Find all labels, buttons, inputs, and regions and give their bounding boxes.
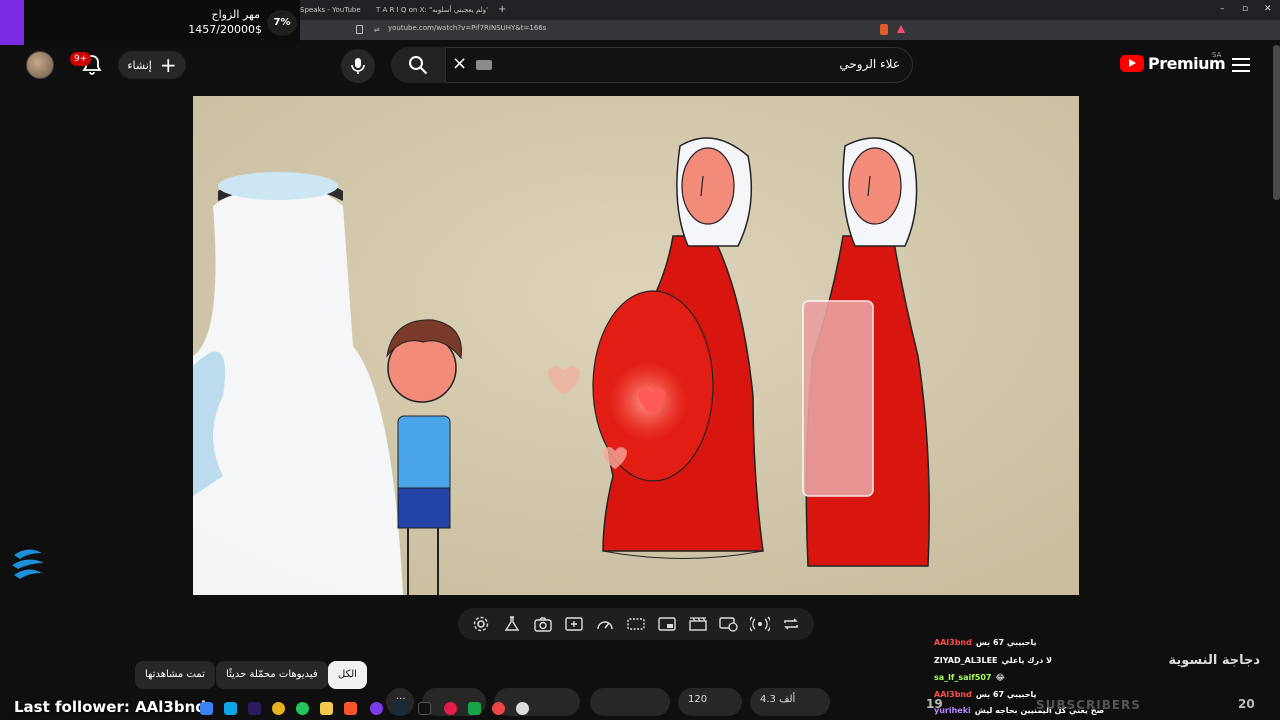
plus-icon: + xyxy=(159,53,177,77)
comments-count: 120 xyxy=(688,694,708,705)
minimize-icon[interactable]: – xyxy=(1220,4,1225,14)
like-count: 4.3 ألف xyxy=(760,694,796,705)
page-scrollbar[interactable] xyxy=(1273,45,1280,200)
donation-goal-title: مهر الزواج xyxy=(211,8,260,21)
donation-goal-progress-bar xyxy=(0,0,24,45)
brave-shield-icon[interactable] xyxy=(880,24,888,35)
add-to-playlist-icon[interactable] xyxy=(564,614,584,634)
file-explorer-icon[interactable] xyxy=(320,702,333,715)
clear-search-icon[interactable]: × xyxy=(452,55,468,73)
avatar[interactable] xyxy=(26,51,54,79)
obs-icon[interactable] xyxy=(444,702,457,715)
playback-speed-icon[interactable] xyxy=(595,614,615,634)
chat-username: AAl3bnd xyxy=(934,638,972,647)
voice-search-button[interactable] xyxy=(341,49,375,83)
youtube-play-icon xyxy=(1120,55,1144,72)
video-player[interactable] xyxy=(193,96,1079,595)
whatsapp-icon[interactable] xyxy=(296,702,309,715)
region-code: SA xyxy=(1212,51,1222,59)
chat-message: ZIYAD_AL3LEE لا درك ياعلي xyxy=(934,656,1052,665)
copilot-icon[interactable] xyxy=(200,702,213,715)
watch-later-icon[interactable] xyxy=(719,614,739,634)
store-icon[interactable] xyxy=(224,702,237,715)
steam-icon[interactable] xyxy=(394,702,407,715)
chat-message: AAl3bnd ياحبيبي 67 بس xyxy=(934,690,1037,699)
site-info-icon[interactable]: ⇌ xyxy=(374,26,380,34)
excel-icon[interactable] xyxy=(468,702,481,715)
rewards-icon[interactable] xyxy=(897,25,905,33)
create-button[interactable]: إنشاء + xyxy=(118,51,186,79)
share-button[interactable] xyxy=(590,688,670,716)
terminal-icon[interactable] xyxy=(418,702,431,715)
url-text[interactable]: youtube.com/watch?v=Pif7RINSUHY&t=166s xyxy=(388,24,546,32)
last-follower-label: Last follower: AAl3bnd xyxy=(14,698,207,716)
like-button[interactable]: 4.3 ألف xyxy=(750,688,830,716)
chip-recently-uploaded[interactable]: فيديوهات محمّلة حديثًا xyxy=(216,661,328,689)
comments-button[interactable]: 120 xyxy=(678,688,742,716)
bookmark-icon[interactable] xyxy=(356,25,363,34)
create-label: إنشاء xyxy=(127,58,152,72)
search-button[interactable] xyxy=(391,47,445,83)
search-icon xyxy=(409,56,428,75)
close-window-icon[interactable]: ✕ xyxy=(1264,4,1272,14)
player-extension-toolbar xyxy=(458,608,814,640)
subscriber-goal-label: SUBSCRIBERS xyxy=(1036,698,1141,712)
chat-username: ZIYAD_AL3LEE xyxy=(934,656,998,665)
donation-goal-percent: 7% xyxy=(267,10,297,36)
restore-icon[interactable]: ▫ xyxy=(1242,4,1248,14)
keyboard-icon[interactable] xyxy=(476,60,492,70)
subscriber-goal-target: 20 xyxy=(1238,697,1255,711)
chip-all[interactable]: الكل xyxy=(328,661,367,689)
app-icon[interactable] xyxy=(516,702,529,715)
screenshot-camera-icon[interactable] xyxy=(533,614,553,634)
video-frame-illustration xyxy=(193,96,1079,595)
clip-icon[interactable] xyxy=(688,614,708,634)
premiere-icon[interactable] xyxy=(248,702,261,715)
lab-flask-icon[interactable] xyxy=(502,614,522,634)
discord-icon[interactable] xyxy=(370,702,383,715)
youtube-premium-logo[interactable]: Premium xyxy=(1120,54,1226,73)
brave-icon[interactable] xyxy=(344,702,357,715)
broadcast-icon[interactable] xyxy=(749,614,770,634)
picture-in-picture-icon[interactable] xyxy=(657,614,677,634)
notifications-badge: 9+ xyxy=(70,52,92,66)
search-query-text[interactable]: علاء الروحي xyxy=(600,57,900,71)
browser-tab[interactable]: Speaks - YouTube xyxy=(300,3,370,18)
chat-text: ياحبيبي 67 بس xyxy=(975,638,1037,647)
chat-message: sa_lf_saif507 😂 xyxy=(934,673,1005,682)
chrome-icon[interactable] xyxy=(272,702,285,715)
chat-message: AAl3bnd ياحبيبي 67 بس xyxy=(934,638,1037,647)
streamer-logo-icon xyxy=(8,543,48,583)
donation-goal-amount: 1457/20000$ xyxy=(188,23,262,36)
browser-tab[interactable]: T A R I Q on X: "ولم يعجبني أسلوبه" xyxy=(376,3,488,18)
subtitles-icon[interactable] xyxy=(626,614,646,634)
hamburger-menu-icon[interactable] xyxy=(1232,57,1250,72)
chat-text: 😂 xyxy=(995,673,1005,682)
subscriber-goal-current: 19 xyxy=(926,697,943,711)
download-button[interactable] xyxy=(494,688,580,716)
chat-username: sa_lf_saif507 xyxy=(934,673,992,682)
app-icon[interactable] xyxy=(492,702,505,715)
settings-gear-icon[interactable] xyxy=(471,614,491,634)
new-tab-button[interactable]: + xyxy=(498,3,508,18)
chip-watched[interactable]: تمت مشاهدتها xyxy=(135,661,215,689)
chat-text: لا درك ياعلي xyxy=(1001,656,1052,665)
microphone-icon xyxy=(351,58,365,74)
chat-text: ياحبيبي 67 بس xyxy=(975,690,1037,699)
loop-icon[interactable] xyxy=(781,614,801,634)
